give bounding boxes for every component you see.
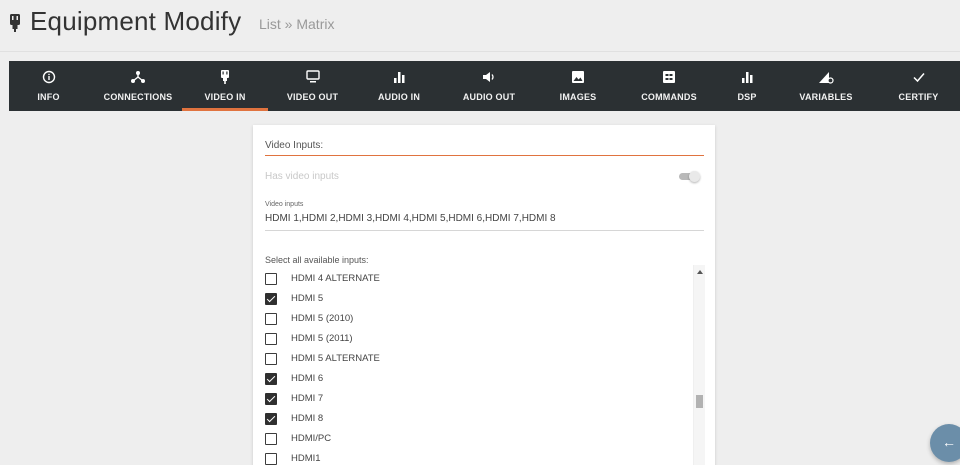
has-video-inputs-toggle[interactable] bbox=[679, 171, 701, 182]
list-item[interactable]: HDMI 4 ALTERNATE bbox=[265, 270, 685, 288]
checkbox[interactable] bbox=[265, 413, 277, 425]
list-item[interactable]: HDMI 5 (2011) bbox=[265, 330, 685, 348]
image-icon bbox=[572, 71, 584, 83]
checkbox[interactable] bbox=[265, 393, 277, 405]
checkbox[interactable] bbox=[265, 313, 277, 325]
tab-video-in[interactable]: VIDEO IN bbox=[182, 61, 268, 111]
info-icon bbox=[42, 70, 55, 84]
video-inputs-field[interactable]: HDMI 1,HDMI 2,HDMI 3,HDMI 4,HDMI 5,HDMI … bbox=[265, 213, 704, 231]
has-video-inputs-label: Has video inputs bbox=[265, 171, 339, 182]
tab-audio-out[interactable]: AUDIO OUT bbox=[441, 61, 537, 111]
plug-icon bbox=[221, 70, 229, 84]
select-inputs-label: Select all available inputs: bbox=[265, 255, 369, 265]
tab-video-out[interactable]: VIDEO OUT bbox=[268, 61, 357, 111]
speaker-icon bbox=[483, 72, 494, 82]
monitor-icon bbox=[305, 70, 320, 83]
checkbox[interactable] bbox=[265, 353, 277, 365]
tab-images[interactable]: IMAGES bbox=[537, 61, 619, 111]
checkbox[interactable] bbox=[265, 293, 277, 305]
inputs-checklist: HDMI 4 ALTERNATE HDMI 5 HDMI 5 (2010) HD… bbox=[265, 270, 695, 465]
tab-variables[interactable]: VARIABLES bbox=[775, 61, 877, 111]
tab-dsp[interactable]: DSP bbox=[719, 61, 775, 111]
back-button[interactable]: ← bbox=[930, 424, 960, 462]
plug-icon bbox=[10, 14, 20, 32]
list-item[interactable]: HDMI 5 ALTERNATE bbox=[265, 350, 685, 368]
checkbox[interactable] bbox=[265, 273, 277, 285]
page-title: Equipment Modify bbox=[30, 6, 242, 36]
list-item[interactable]: HDMI 5 (2010) bbox=[265, 310, 685, 328]
checkbox[interactable] bbox=[265, 333, 277, 345]
checkbox[interactable] bbox=[265, 433, 277, 445]
tab-certify[interactable]: CERTIFY bbox=[877, 61, 960, 111]
toggle-knob bbox=[689, 171, 700, 182]
list-item[interactable]: HDMI 7 bbox=[265, 390, 685, 408]
tab-audio-in[interactable]: AUDIO IN bbox=[357, 61, 441, 111]
tab-commands[interactable]: COMMANDS bbox=[619, 61, 719, 111]
scroll-up-arrow-icon[interactable] bbox=[697, 270, 703, 274]
checkbox[interactable] bbox=[265, 453, 277, 465]
page-header: Equipment Modify List » Matrix bbox=[0, 0, 960, 52]
list-item[interactable]: HDMI1 bbox=[265, 450, 685, 465]
scrollbar-thumb[interactable] bbox=[696, 395, 703, 408]
check-icon bbox=[912, 73, 925, 83]
tab-bar: INFO CONNECTIONS VIDEO IN VIDEO OUT AUDI… bbox=[9, 61, 960, 111]
connections-icon bbox=[131, 71, 145, 83]
tab-info[interactable]: INFO bbox=[9, 61, 88, 111]
back-arrow-icon: ← bbox=[942, 434, 956, 450]
list-scrollbar[interactable] bbox=[693, 265, 705, 465]
section-title: Video Inputs: bbox=[265, 140, 704, 156]
list-item[interactable]: HDMI 5 bbox=[265, 290, 685, 308]
video-inputs-label: Video inputs bbox=[265, 201, 304, 208]
bars-icon bbox=[394, 72, 405, 83]
commands-icon bbox=[663, 71, 675, 83]
tab-connections[interactable]: CONNECTIONS bbox=[88, 61, 188, 111]
variables-icon bbox=[819, 72, 834, 84]
breadcrumb[interactable]: List » Matrix bbox=[259, 16, 334, 32]
bars-icon bbox=[742, 72, 753, 83]
list-item[interactable]: HDMI/PC bbox=[265, 430, 685, 448]
checkbox[interactable] bbox=[265, 373, 277, 385]
list-item[interactable]: HDMI 8 bbox=[265, 410, 685, 428]
video-inputs-card: Video Inputs: Has video inputs Video inp… bbox=[253, 125, 715, 465]
list-item[interactable]: HDMI 6 bbox=[265, 370, 685, 388]
